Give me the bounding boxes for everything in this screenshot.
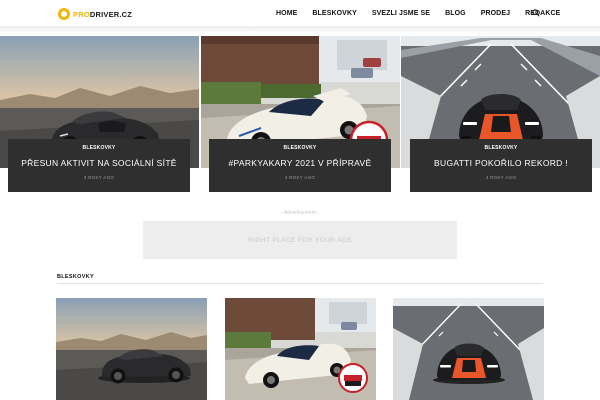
hero-card-2[interactable]: BLESKOVKY #PARKYAKARY 2021 V PŘÍPRAVĚ 3 … <box>209 139 391 192</box>
hero-card-title[interactable]: BUGATTI POKOŘILO REKORD ! <box>410 158 592 168</box>
logo-icon <box>58 8 70 20</box>
site-logo[interactable]: PRODRIVER.CZ <box>58 7 132 21</box>
ad-banner[interactable]: RIGHT PLACE FOR YOUR ADS <box>143 221 457 259</box>
section-divider <box>57 283 543 284</box>
logo-text: PRODRIVER.CZ <box>73 9 133 19</box>
nav-item-home[interactable]: HOME <box>276 10 297 17</box>
hero-card-category[interactable]: BLESKOVKY <box>209 145 391 151</box>
hero-card-3[interactable]: BLESKOVKY BUGATTI POKOŘILO REKORD ! 4 RO… <box>410 139 592 192</box>
main-nav: HOME BLESKOVKY SVEZLI JSME SE BLOG PRODE… <box>276 0 575 26</box>
hero-card-time: 3 ROKY AGO <box>83 175 115 180</box>
hero-card-time: 4 ROKY AGO <box>485 175 517 180</box>
hero-card-1[interactable]: BLESKOVKY PŘESUN AKTIVIT NA SOCIÁLNÍ SÍT… <box>8 139 190 192</box>
hero-card-title[interactable]: #PARKYAKARY 2021 V PŘÍPRAVĚ <box>209 158 391 168</box>
article-thumb-3[interactable] <box>393 298 544 400</box>
nav-item-svezli-jsme-se[interactable]: SVEZLI JSME SE <box>372 10 430 17</box>
hero-card-category[interactable]: BLESKOVKY <box>8 145 190 151</box>
header-divider <box>0 26 600 34</box>
section-title[interactable]: BLESKOVKY <box>57 274 94 280</box>
nav-item-redakce[interactable]: REDAKCE <box>525 10 560 17</box>
nav-item-blog[interactable]: BLOG <box>445 10 466 17</box>
hero-card-title[interactable]: PŘESUN AKTIVIT NA SOCIÁLNÍ SÍTĚ <box>8 158 190 168</box>
ad-label: - Advertisement - <box>281 210 319 216</box>
hero-card-time: 3 ROKY AGO <box>284 175 316 180</box>
ad-text: RIGHT PLACE FOR YOUR ADS <box>248 236 352 244</box>
search-icon[interactable] <box>532 9 540 17</box>
article-thumb-1[interactable] <box>56 298 207 400</box>
site-header: PRODRIVER.CZ HOME BLESKOVKY SVEZLI JSME … <box>0 0 600 28</box>
hero-card-category[interactable]: BLESKOVKY <box>410 145 592 151</box>
nav-item-bleskovky[interactable]: BLESKOVKY <box>312 10 356 17</box>
article-thumb-2[interactable] <box>225 298 376 400</box>
nav-item-prodej[interactable]: PRODEJ <box>481 10 510 17</box>
